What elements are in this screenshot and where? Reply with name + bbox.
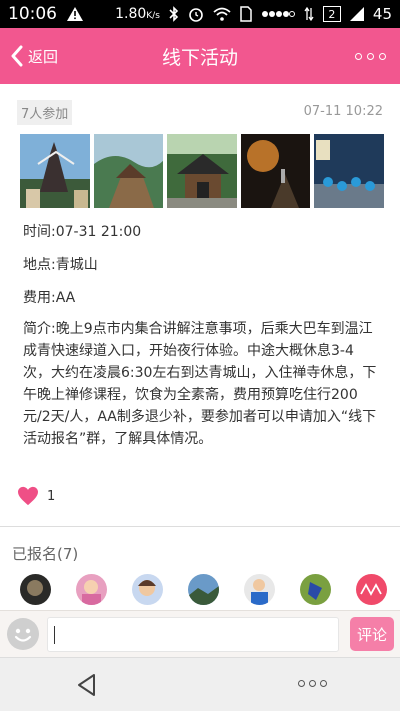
avatar[interactable] — [76, 574, 107, 605]
participants-badge: 7人参加 — [17, 100, 73, 125]
comment-button[interactable]: 评论 — [350, 617, 394, 651]
alarm-icon — [189, 8, 203, 22]
wifi-icon — [213, 7, 231, 21]
like-row: 1 — [17, 486, 55, 506]
system-nav-bar — [0, 657, 400, 711]
activity-intro: 简介:晚上9点市内集合讲解注意事项，后乘大巴车到温江成青快速绿道入口，开始夜行体… — [23, 321, 377, 447]
photo-thumbnail[interactable] — [93, 134, 164, 208]
more-options-button[interactable] — [310, 28, 400, 84]
registered-label: 已报名(7) — [12, 545, 79, 563]
status-time: 10:06 — [8, 4, 57, 24]
sim-card-icon — [240, 6, 252, 22]
menu-dot-icon — [320, 680, 327, 687]
photo-thumbnail[interactable] — [20, 134, 90, 208]
photo-thumbnail[interactable] — [314, 134, 384, 208]
more-dot-icon — [355, 52, 362, 60]
signal-dots-icon — [261, 11, 295, 17]
photo-thumbnail[interactable] — [240, 134, 311, 208]
more-dot-icon — [367, 52, 374, 60]
menu-dot-icon — [298, 680, 305, 687]
app-header: 返回 线下活动 — [0, 28, 400, 84]
text-cursor — [54, 626, 55, 644]
menu-dot-icon — [309, 680, 316, 687]
avatar[interactable] — [244, 574, 275, 605]
nav-menu-button[interactable] — [298, 680, 327, 687]
avatar[interactable] — [356, 574, 387, 605]
comment-bar: 评论 — [0, 610, 400, 657]
chevron-left-icon — [11, 45, 23, 67]
avatar[interactable] — [300, 574, 331, 605]
status-bar: 10:06 1.80K/s 2 45 — [0, 0, 400, 28]
battery-level: 45 — [372, 5, 392, 23]
nav-back-icon[interactable] — [74, 672, 100, 698]
like-count: 1 — [47, 488, 56, 504]
more-dot-icon — [379, 52, 386, 60]
activity-time: 时间:07-31 21:00 — [23, 224, 142, 240]
network-speed: 1.80 — [115, 6, 147, 22]
avatar[interactable] — [132, 574, 163, 605]
activity-fee: 费用:AA — [23, 290, 76, 306]
heart-icon[interactable] — [17, 486, 39, 506]
network-speed-unit: K/s — [146, 11, 160, 21]
signal-bars-icon — [349, 7, 364, 21]
comment-input[interactable] — [47, 617, 339, 652]
activity-detail: 7人参加 07-11 10:22 时间:07-31 21:00 地点:青城山 费… — [0, 84, 400, 610]
photo-gallery — [20, 134, 384, 208]
divider — [0, 526, 400, 527]
back-button[interactable]: 返回 — [0, 28, 90, 84]
avatar[interactable] — [188, 574, 219, 605]
page-title: 线下活动 — [161, 46, 238, 69]
back-label: 返回 — [28, 47, 59, 66]
photo-thumbnail[interactable] — [167, 134, 237, 208]
warning-icon — [67, 7, 83, 21]
activity-place: 地点:青城山 — [23, 257, 98, 273]
bluetooth-icon — [169, 6, 179, 22]
arrows-icon — [304, 7, 314, 21]
meta-row: 7人参加 07-11 10:22 — [17, 100, 383, 125]
avatar[interactable] — [20, 574, 51, 605]
posted-time: 07-11 10:22 — [303, 104, 383, 119]
registered-avatars — [20, 574, 387, 605]
sim-slot-badge: 2 — [322, 6, 341, 22]
emoji-icon[interactable] — [7, 618, 39, 650]
